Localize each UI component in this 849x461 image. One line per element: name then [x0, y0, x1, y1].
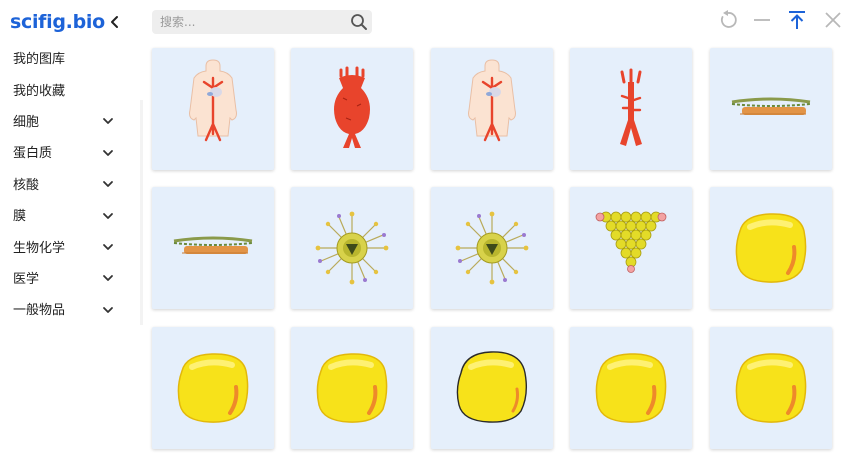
close-icon[interactable]: [822, 9, 844, 31]
sidebar-item-label: 膜: [13, 209, 27, 225]
image-card[interactable]: [431, 48, 553, 170]
chevron-down-icon[interactable]: [102, 178, 114, 188]
sidebar-item-label: 我的图库: [13, 52, 66, 68]
sidebar-item-label: 核酸: [13, 177, 40, 193]
image-card[interactable]: [152, 187, 274, 309]
sidebar-item[interactable]: 细胞: [0, 105, 130, 136]
sidebar-item[interactable]: 膜: [0, 199, 130, 230]
sidebar-item-label: 细胞: [13, 114, 40, 130]
sidebar-item[interactable]: 核酸: [0, 168, 130, 199]
sidebar-item-label: 生物化学: [13, 240, 66, 256]
sidebar-item-label: 我的收藏: [13, 83, 66, 99]
chevron-down-icon[interactable]: [102, 115, 114, 125]
brand-row: scifig.bio: [10, 9, 135, 35]
sidebar-item[interactable]: 一般物品: [0, 293, 130, 324]
image-card[interactable]: [431, 187, 553, 309]
image-card[interactable]: [570, 187, 692, 309]
image-card[interactable]: [152, 48, 274, 170]
brand-logo[interactable]: scifig.bio: [10, 11, 105, 33]
chevron-down-icon[interactable]: [102, 272, 114, 282]
sidebar-item[interactable]: 蛋白质: [0, 136, 130, 167]
sidebar-item[interactable]: 我的收藏: [0, 73, 130, 104]
image-card[interactable]: [291, 187, 413, 309]
image-card[interactable]: [570, 48, 692, 170]
app-window: scifig.bio 我的图库我的收藏细胞蛋白质核酸膜生物化学医学一般物品: [0, 0, 849, 461]
image-card[interactable]: [152, 327, 274, 449]
sidebar-item-label: 医学: [13, 271, 40, 287]
image-card[interactable]: [291, 327, 413, 449]
sidebar-item-label: 蛋白质: [13, 146, 53, 162]
image-card[interactable]: [710, 48, 832, 170]
chevron-down-icon[interactable]: [102, 304, 114, 314]
sidebar-nav: 我的图库我的收藏细胞蛋白质核酸膜生物化学医学一般物品: [0, 42, 130, 325]
image-card[interactable]: [710, 327, 832, 449]
minimize-icon[interactable]: [751, 9, 773, 31]
sidebar-item[interactable]: 生物化学: [0, 230, 130, 261]
image-card[interactable]: [710, 187, 832, 309]
image-card[interactable]: [570, 327, 692, 449]
search-bar: [152, 10, 372, 34]
collapse-sidebar-icon[interactable]: [107, 12, 123, 32]
image-card[interactable]: [291, 48, 413, 170]
search-input[interactable]: [160, 10, 340, 34]
sidebar-item-label: 一般物品: [13, 303, 66, 319]
sidebar: scifig.bio 我的图库我的收藏细胞蛋白质核酸膜生物化学医学一般物品: [0, 0, 143, 461]
refresh-icon[interactable]: [717, 9, 739, 31]
chevron-down-icon[interactable]: [102, 147, 114, 157]
image-card[interactable]: [431, 327, 553, 449]
sidebar-item[interactable]: 医学: [0, 262, 130, 293]
search-icon[interactable]: [349, 12, 369, 32]
sidebar-item[interactable]: 我的图库: [0, 42, 130, 73]
chevron-down-icon[interactable]: [102, 241, 114, 251]
chevron-down-icon[interactable]: [102, 210, 114, 220]
pin-on-top-icon[interactable]: [786, 9, 808, 31]
